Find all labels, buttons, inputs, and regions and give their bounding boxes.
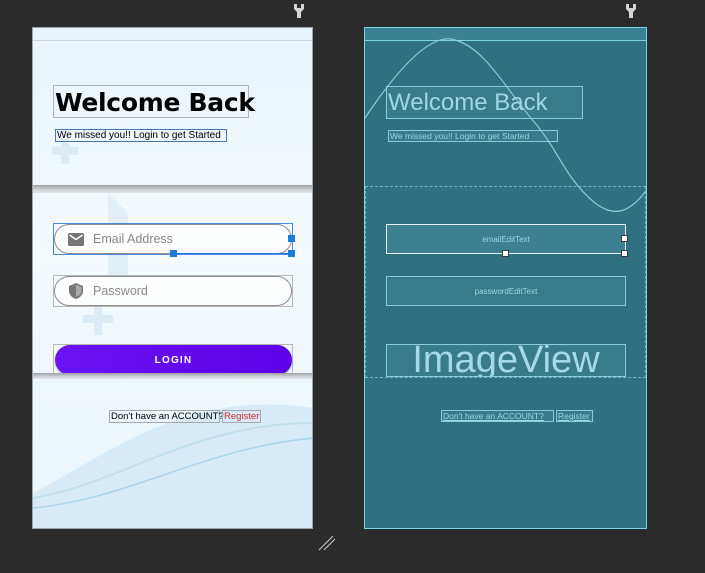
constraint-line xyxy=(177,253,288,254)
blueprint-image-view[interactable]: ImageView xyxy=(386,344,626,377)
resize-handle[interactable] xyxy=(621,250,628,257)
blueprint-no-account-text[interactable]: Don't have an ACCOUNT? xyxy=(441,410,554,422)
blueprint-subtitle[interactable]: We missed you!! Login to get Started xyxy=(388,130,558,142)
login-button[interactable]: LOGIN xyxy=(55,345,292,375)
divider-band xyxy=(33,185,312,193)
password-id-label: passwordEditText xyxy=(474,286,538,296)
divider-band xyxy=(33,373,312,379)
view-bounds xyxy=(53,275,293,307)
resize-handle[interactable] xyxy=(502,250,509,257)
resize-handle[interactable] xyxy=(288,235,295,242)
no-account-text: Don't have an ACCOUNT? xyxy=(109,410,224,423)
resize-grip-icon[interactable] xyxy=(318,535,336,551)
blueprint-password-field[interactable]: passwordEditText xyxy=(386,276,626,306)
resize-handle[interactable] xyxy=(170,250,177,257)
design-preview[interactable]: Welcome Back We missed you!! Login to ge… xyxy=(32,27,313,529)
page-subtitle: We missed you!! Login to get Started xyxy=(55,129,227,142)
blueprint-title[interactable]: Welcome Back xyxy=(386,86,583,119)
page-title: Welcome Back xyxy=(53,85,255,118)
resize-handle[interactable] xyxy=(288,250,295,257)
blueprint-preview[interactable]: Welcome Back We missed you!! Login to ge… xyxy=(364,27,647,529)
image-view-label: ImageView xyxy=(412,344,600,377)
register-link[interactable]: Register xyxy=(222,410,261,423)
resize-handle[interactable] xyxy=(621,235,628,242)
pin-icon[interactable] xyxy=(293,3,305,19)
blueprint-register-link[interactable]: Register xyxy=(556,410,593,422)
email-id-label: emailEditText xyxy=(482,234,530,244)
pin-icon[interactable] xyxy=(625,3,637,19)
